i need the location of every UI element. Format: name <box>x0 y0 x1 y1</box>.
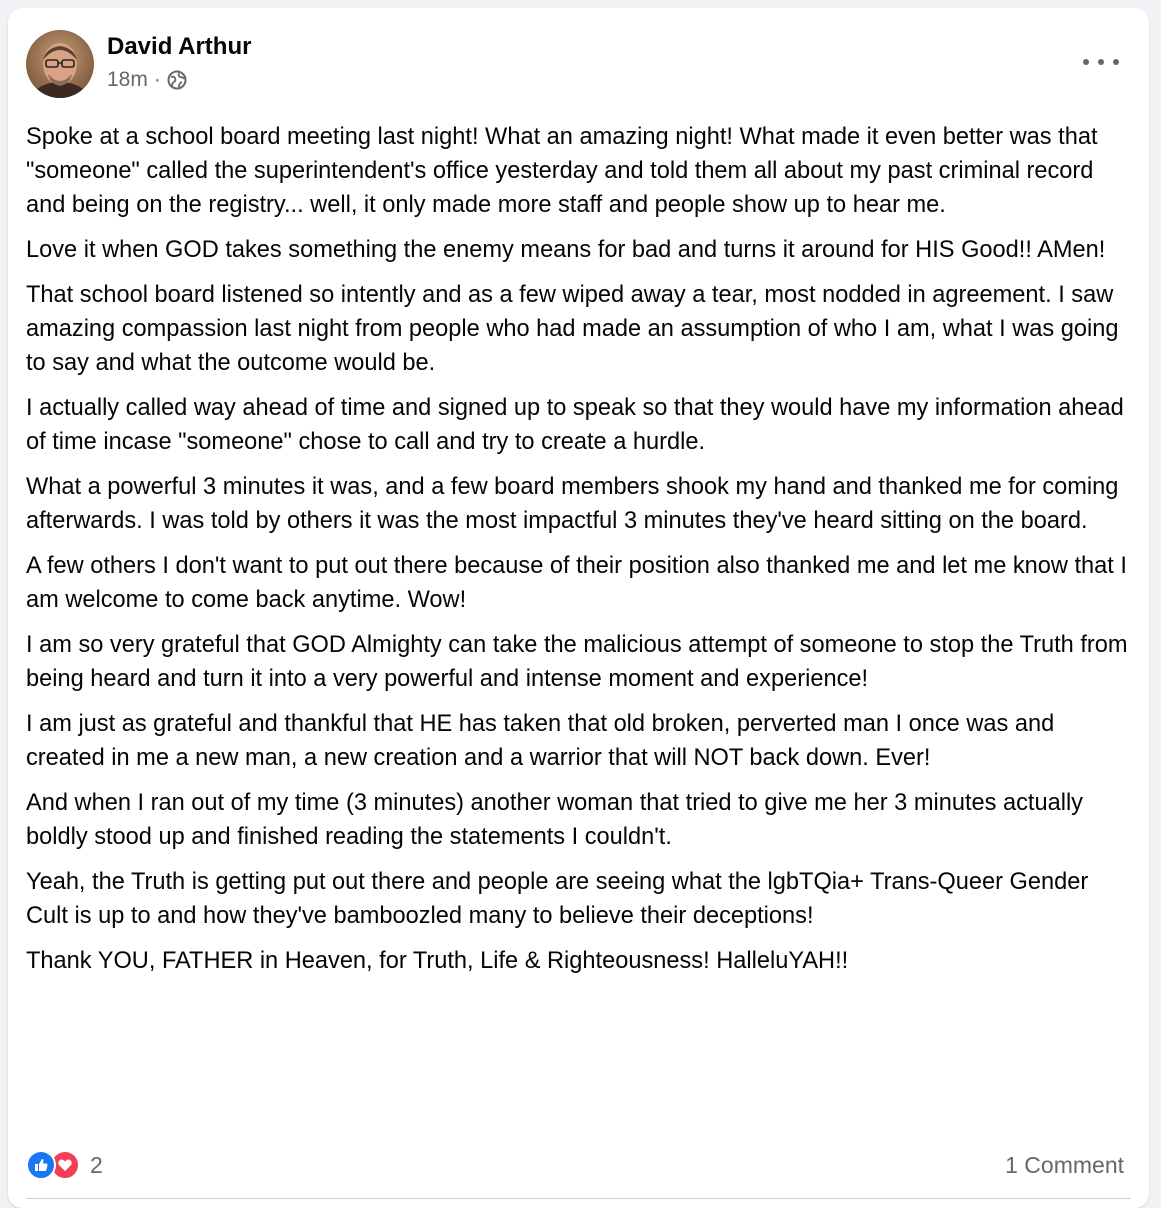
author-avatar[interactable] <box>26 30 94 98</box>
footer-divider <box>26 1198 1131 1199</box>
post-paragraph: That school board listened so intently a… <box>26 282 1119 376</box>
post-paragraph: Spoke at a school board meeting last nig… <box>26 124 1098 218</box>
comments-link[interactable]: 1 Comment <box>1005 1152 1124 1179</box>
post-paragraph: Yeah, the Truth is getting put out there… <box>26 869 1089 929</box>
post-paragraph: Love it when GOD takes something the ene… <box>26 237 1106 263</box>
post-paragraph: I am so very grateful that GOD Almighty … <box>26 632 1128 692</box>
post-paragraph: I am just as grateful and thankful that … <box>26 711 1055 771</box>
post-paragraph: What a powerful 3 minutes it was, and a … <box>26 474 1119 534</box>
post-paragraph: A few others I don't want to put out the… <box>26 553 1127 613</box>
more-dot <box>1083 59 1089 65</box>
reaction-count: 2 <box>90 1151 103 1178</box>
author-block: David Arthur 18m · <box>107 32 251 92</box>
reactions-summary[interactable]: 2 <box>26 1150 103 1180</box>
post-card: David Arthur 18m · Spoke at a school boa <box>8 8 1149 1208</box>
post-paragraph: Thank YOU, FATHER in Heaven, for Truth, … <box>26 948 849 974</box>
globe-icon[interactable] <box>167 70 187 90</box>
more-options-icon[interactable] <box>1083 52 1119 72</box>
meta-separator: · <box>153 68 161 91</box>
post-text: Spoke at a school board meeting last nig… <box>26 120 1136 989</box>
author-name[interactable]: David Arthur <box>107 32 251 62</box>
post-header: David Arthur 18m · <box>26 30 251 98</box>
post-meta: 18m · <box>107 68 251 92</box>
post-footer: 2 1 Comment <box>26 1147 1124 1183</box>
post-time[interactable]: 18m <box>107 68 148 92</box>
more-dot <box>1098 59 1104 65</box>
post-paragraph: And when I ran out of my time (3 minutes… <box>26 790 1083 850</box>
post-paragraph: I actually called way ahead of time and … <box>26 395 1124 455</box>
like-icon <box>26 1150 56 1180</box>
more-dot <box>1113 59 1119 65</box>
